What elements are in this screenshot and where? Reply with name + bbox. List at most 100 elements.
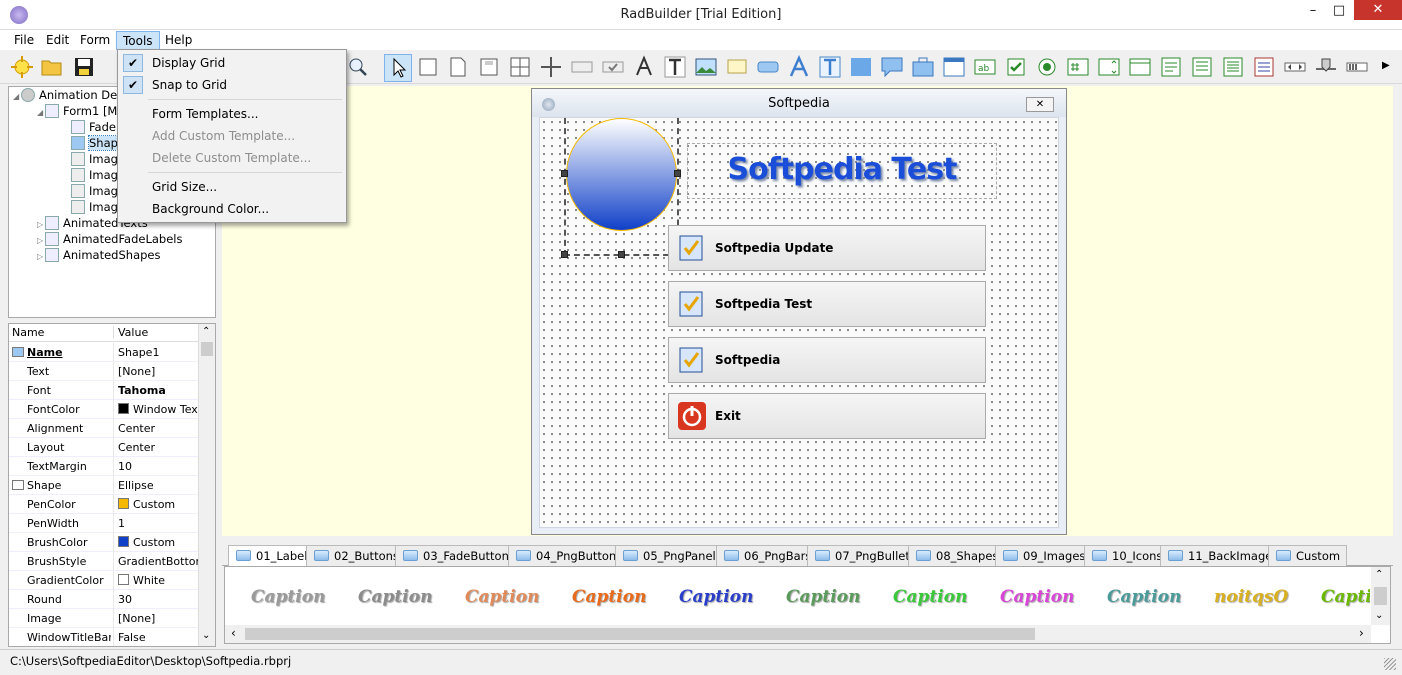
tab-10-icons[interactable]: 10_Icons [1084, 545, 1170, 566]
button-tool-icon[interactable] [570, 55, 594, 79]
tab-custom[interactable]: Custom [1268, 545, 1348, 566]
property-row[interactable]: GradientColor White [9, 571, 203, 590]
tab-02-buttons[interactable]: 02_Buttons [306, 545, 406, 566]
property-scrollbar[interactable]: ⌃ ⌄ [198, 324, 215, 646]
scroll-right-icon[interactable]: › [1359, 626, 1364, 640]
briefcase-tool-icon[interactable] [911, 55, 935, 79]
scroll-thumb[interactable] [201, 342, 213, 356]
property-row[interactable]: PenWidth 1 [9, 514, 203, 533]
rich-text-tool-icon[interactable] [1252, 55, 1276, 79]
tab-08-shapes[interactable]: 08_Shapes [908, 545, 1006, 566]
property-value[interactable]: [None] [113, 609, 203, 628]
resize-handle[interactable] [561, 251, 568, 258]
property-value[interactable]: Tahoma [113, 381, 203, 400]
page-tool-icon[interactable] [446, 55, 470, 79]
scroll-left-icon[interactable]: ‹ [231, 626, 236, 640]
property-row[interactable]: Text [None] [9, 362, 203, 381]
property-row[interactable]: Font Tahoma [9, 381, 203, 400]
caption-sample[interactable]: Caption [1321, 587, 1370, 607]
menu-form[interactable]: Form [74, 31, 116, 50]
resize-grip-icon[interactable] [1384, 658, 1396, 670]
property-value[interactable]: Ellipse [113, 476, 203, 495]
radio-tool-icon[interactable] [1035, 55, 1059, 79]
softpedia-update-button[interactable]: Softpedia Update [668, 225, 986, 271]
frame-tool-icon[interactable] [477, 55, 501, 79]
caption-sample[interactable]: noitqsO [1214, 587, 1288, 607]
list-tool-icon[interactable] [1221, 55, 1245, 79]
tab-06-pngbars[interactable]: 06_PngBars [716, 545, 819, 566]
tab-11-backimages[interactable]: 11_BackImages [1160, 545, 1286, 566]
property-value[interactable]: 10 [113, 457, 203, 476]
softpedia-button[interactable]: Softpedia [668, 337, 986, 383]
scroll-down-icon[interactable]: ⌄ [1375, 610, 1383, 621]
property-row[interactable]: BrushColor Custom [9, 533, 203, 552]
menu-item-snap-to-grid[interactable]: ✔ Snap to Grid [120, 74, 344, 96]
property-row[interactable]: Round 30 [9, 590, 203, 609]
expand-box-icon[interactable] [12, 480, 24, 490]
property-value[interactable]: [None] [113, 362, 203, 381]
tree-node[interactable]: ▷ AnimatedShapes [37, 247, 161, 263]
tab-09-images[interactable]: 09_Images [995, 545, 1093, 566]
save-icon[interactable] [72, 55, 96, 79]
caption-sample[interactable]: Caption [1107, 587, 1181, 607]
date-tool-icon[interactable] [1128, 55, 1152, 79]
menu-item-background-color[interactable]: Background Color... [120, 198, 344, 220]
number-tool-icon[interactable] [1066, 55, 1090, 79]
label-tool-icon[interactable] [725, 55, 749, 79]
spin-tool-icon[interactable] [1097, 55, 1121, 79]
caption-sample[interactable]: Caption [572, 587, 646, 607]
resize-handle[interactable] [618, 251, 625, 258]
font-text-tool-icon[interactable] [632, 55, 656, 79]
tree-node[interactable]: Image [63, 167, 125, 183]
property-value[interactable]: Center [113, 419, 203, 438]
tree-node[interactable]: ▷ AnimatedFadeLabels [37, 231, 182, 247]
menu-tools[interactable]: Tools [116, 31, 160, 50]
tree-node[interactable]: Image [63, 199, 125, 215]
image-tool-icon[interactable] [694, 55, 718, 79]
menu-help[interactable]: Help [159, 31, 198, 50]
form-heading[interactable]: Softpedia Test [690, 152, 994, 187]
property-value[interactable]: 30 [113, 590, 203, 609]
tab-04-pngbuttons[interactable]: 04_PngButtons [508, 545, 630, 566]
name-column-header[interactable]: Name [12, 326, 44, 339]
property-value[interactable]: Custom [113, 495, 203, 514]
caption-sample[interactable]: Caption [465, 587, 539, 607]
scroll-down-icon[interactable]: ⌄ [202, 630, 210, 641]
caption-sample[interactable]: Caption [786, 587, 860, 607]
callout-tool-icon[interactable] [880, 55, 904, 79]
scroll-up-icon[interactable]: ⌃ [1375, 569, 1383, 580]
property-value[interactable]: Custom [113, 533, 203, 552]
close-button[interactable]: ✕ [1354, 0, 1402, 20]
property-row[interactable]: WindowTitleBar False [9, 628, 203, 646]
property-value[interactable]: Shape1 [113, 343, 203, 362]
property-row[interactable]: FontColor Window Text [9, 400, 203, 419]
scroll-up-icon[interactable]: ⌃ [202, 326, 210, 337]
collapse-icon[interactable]: ◢ [37, 105, 45, 121]
tree-node[interactable]: Image [63, 151, 125, 167]
form-close-icon[interactable]: ✕ [1026, 97, 1054, 112]
fade-label-tool-icon[interactable] [818, 55, 842, 79]
value-column-header[interactable]: Value [113, 326, 148, 339]
property-value[interactable]: Center [113, 438, 203, 457]
trackbar-tool-icon[interactable] [1314, 55, 1338, 79]
caption-sample[interactable]: Caption [358, 587, 432, 607]
scroll-thumb[interactable] [245, 628, 1035, 640]
property-value[interactable]: GradientBottomTo [113, 552, 203, 571]
menu-item-display-grid[interactable]: ✔ Display Grid [120, 52, 344, 74]
gradient-shape-tool-icon[interactable] [849, 55, 873, 79]
progress-tool-icon[interactable] [1345, 55, 1369, 79]
property-value[interactable]: 1 [113, 514, 203, 533]
tree-node[interactable]: Fade [63, 119, 116, 135]
window-tool-icon[interactable] [942, 55, 966, 79]
pointer-tool-icon[interactable] [384, 54, 412, 82]
menu-item-form-templates[interactable]: Form Templates... [120, 103, 344, 125]
tab-03-fadebuttons[interactable]: 03_FadeButtons [395, 545, 522, 566]
property-value[interactable]: White [113, 571, 203, 590]
scroll-thumb[interactable] [1374, 587, 1387, 605]
menu-edit[interactable]: Edit [40, 31, 75, 50]
tree-node[interactable]: ◢ Animation De [13, 87, 117, 103]
property-row[interactable]: Image [None] [9, 609, 203, 628]
splitter-tool-icon[interactable] [539, 55, 563, 79]
property-row[interactable]: Name Shape1 [9, 343, 203, 362]
check-button-tool-icon[interactable] [601, 55, 625, 79]
